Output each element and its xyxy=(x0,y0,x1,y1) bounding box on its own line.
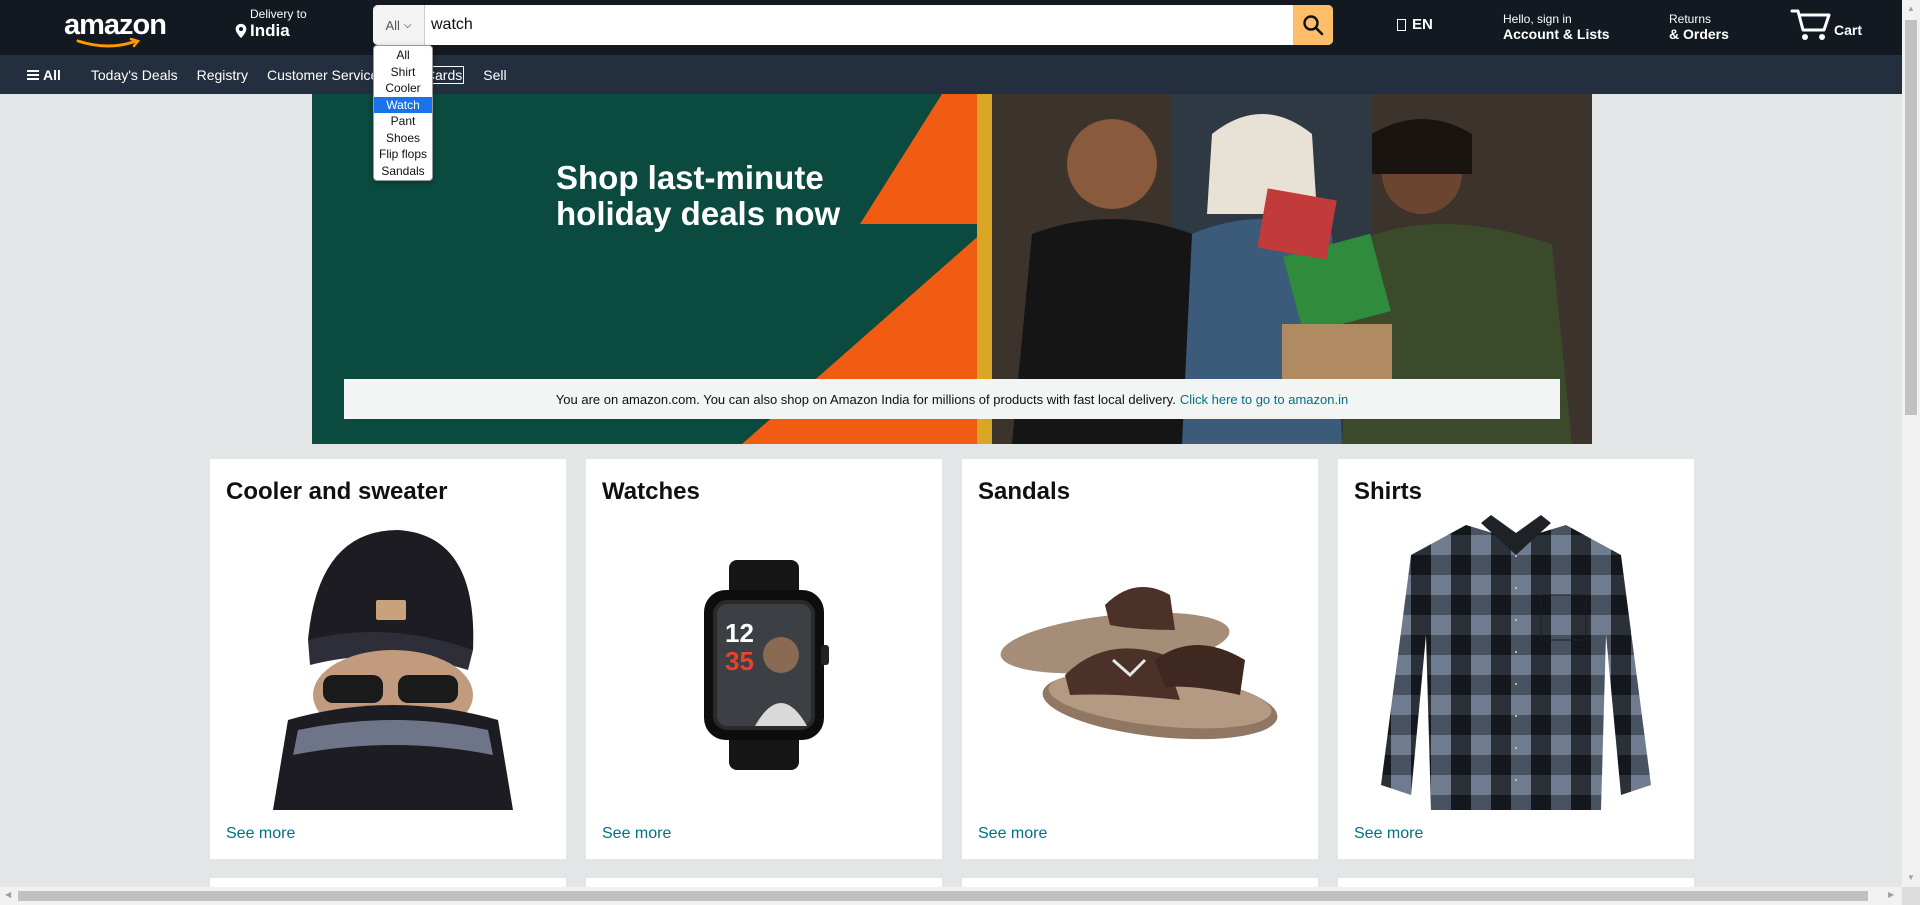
dropdown-option-watch[interactable]: Watch xyxy=(374,96,432,113)
dropdown-option-shirt[interactable]: Shirt xyxy=(374,64,432,81)
vertical-scroll-thumb[interactable] xyxy=(1905,20,1917,415)
category-card-watches: Watches 12 35 See more xyxy=(586,459,942,859)
dropdown-option-flip-flops[interactable]: Flip flops xyxy=(374,146,432,163)
cart-icon xyxy=(1790,9,1831,40)
search-bar: All ⌵ xyxy=(373,5,1333,45)
dropdown-option-all[interactable]: All xyxy=(374,47,432,64)
flag-icon xyxy=(1397,18,1406,31)
dropdown-option-shoes[interactable]: Shoes xyxy=(374,130,432,147)
chevron-down-icon: ⌵ xyxy=(403,19,412,31)
category-card-sandals: Sandals See more xyxy=(962,459,1318,859)
see-more-link[interactable]: See more xyxy=(602,825,671,843)
sandals-icon[interactable] xyxy=(978,525,1302,805)
see-more-link[interactable]: See more xyxy=(226,825,295,843)
scroll-down-icon[interactable]: ▼ xyxy=(1907,873,1915,882)
scroll-up-icon[interactable]: ▲ xyxy=(1907,4,1915,13)
logo-text: amazon xyxy=(64,9,167,41)
nav-registry[interactable]: Registry xyxy=(197,67,248,83)
location-pin-icon xyxy=(235,23,247,39)
language-selector[interactable]: EN xyxy=(1397,16,1433,33)
scrollbar-corner xyxy=(1902,887,1920,905)
scroll-left-icon[interactable]: ◀ xyxy=(5,890,11,899)
delivery-location[interactable]: Delivery to India xyxy=(234,7,307,41)
all-menu-button[interactable]: All xyxy=(27,67,61,83)
hero-banner[interactable]: Shop last-minute holiday deals now You a… xyxy=(312,94,1592,444)
see-more-link[interactable]: See more xyxy=(978,825,1047,843)
hero-title: Shop last-minute holiday deals now xyxy=(556,159,841,232)
card-title: Cooler and sweater xyxy=(226,478,448,505)
horizontal-scrollbar[interactable]: ◀ ▶ xyxy=(0,887,1902,905)
card-title: Sandals xyxy=(978,478,1071,505)
nav-customer-service[interactable]: Customer Service xyxy=(267,67,378,83)
category-card-shirts: Shirts See more xyxy=(1338,459,1694,859)
all-menu-label: All xyxy=(43,66,61,83)
card-title: Shirts xyxy=(1354,478,1423,505)
vertical-scrollbar[interactable]: ▲ ▼ xyxy=(1902,0,1920,887)
category-card-cooler: Cooler and sweater See more xyxy=(210,459,566,859)
dropdown-option-pant[interactable]: Pant xyxy=(374,113,432,130)
nav-todays-deals[interactable]: Today's Deals xyxy=(91,67,178,83)
amazon-in-link[interactable]: Click here to go to amazon.in xyxy=(1180,392,1348,407)
location-notice-banner: You are on amazon.com. You can also shop… xyxy=(344,379,1560,419)
cart-button[interactable]: Cart xyxy=(1790,5,1862,43)
dropdown-option-cooler[interactable]: Cooler xyxy=(374,80,432,97)
account-label: Account & Lists xyxy=(1503,26,1610,42)
search-category-select[interactable]: All ⌵ xyxy=(373,5,425,45)
search-category-dropdown: All Shirt Cooler Watch Pant Shoes Flip f… xyxy=(373,45,433,181)
dropdown-option-sandals[interactable]: Sandals xyxy=(374,163,432,180)
delivery-country: India xyxy=(250,21,290,40)
search-icon xyxy=(1303,15,1324,36)
search-input[interactable] xyxy=(425,5,1293,45)
amazon-logo[interactable]: amazon xyxy=(64,9,167,48)
orders-label: & Orders xyxy=(1669,26,1729,42)
shirt-icon[interactable] xyxy=(1354,515,1678,810)
svg-text:12: 12 xyxy=(725,618,754,648)
card-title: Watches xyxy=(602,478,700,505)
nav-sell[interactable]: Sell xyxy=(483,67,506,83)
beanie-icon[interactable] xyxy=(226,525,550,810)
secondary-navbar: All Today's Deals Registry Customer Serv… xyxy=(0,55,1902,94)
scroll-right-icon[interactable]: ▶ xyxy=(1888,890,1894,899)
top-navbar: amazon Delivery to India All ⌵ watch EN … xyxy=(0,0,1902,55)
svg-text:35: 35 xyxy=(725,646,754,676)
logo-smile-icon xyxy=(76,38,141,48)
language-label: EN xyxy=(1412,16,1433,33)
account-greeting: Hello, sign in xyxy=(1503,12,1572,26)
location-notice-text: You are on amazon.com. You can also shop… xyxy=(555,391,1176,407)
smartwatch-icon[interactable]: 12 35 xyxy=(602,525,926,805)
hamburger-icon xyxy=(27,69,39,80)
search-button[interactable] xyxy=(1293,5,1333,45)
horizontal-scroll-thumb[interactable] xyxy=(18,891,1868,901)
see-more-link[interactable]: See more xyxy=(1354,825,1423,843)
cart-label: Cart xyxy=(1834,22,1863,38)
delivery-label: Delivery to xyxy=(250,7,307,21)
returns-label: Returns xyxy=(1669,12,1712,26)
search-category-value: All xyxy=(385,17,400,33)
returns-orders[interactable]: Returns & Orders xyxy=(1669,12,1729,42)
account-menu[interactable]: Hello, sign in Account & Lists xyxy=(1503,12,1610,42)
